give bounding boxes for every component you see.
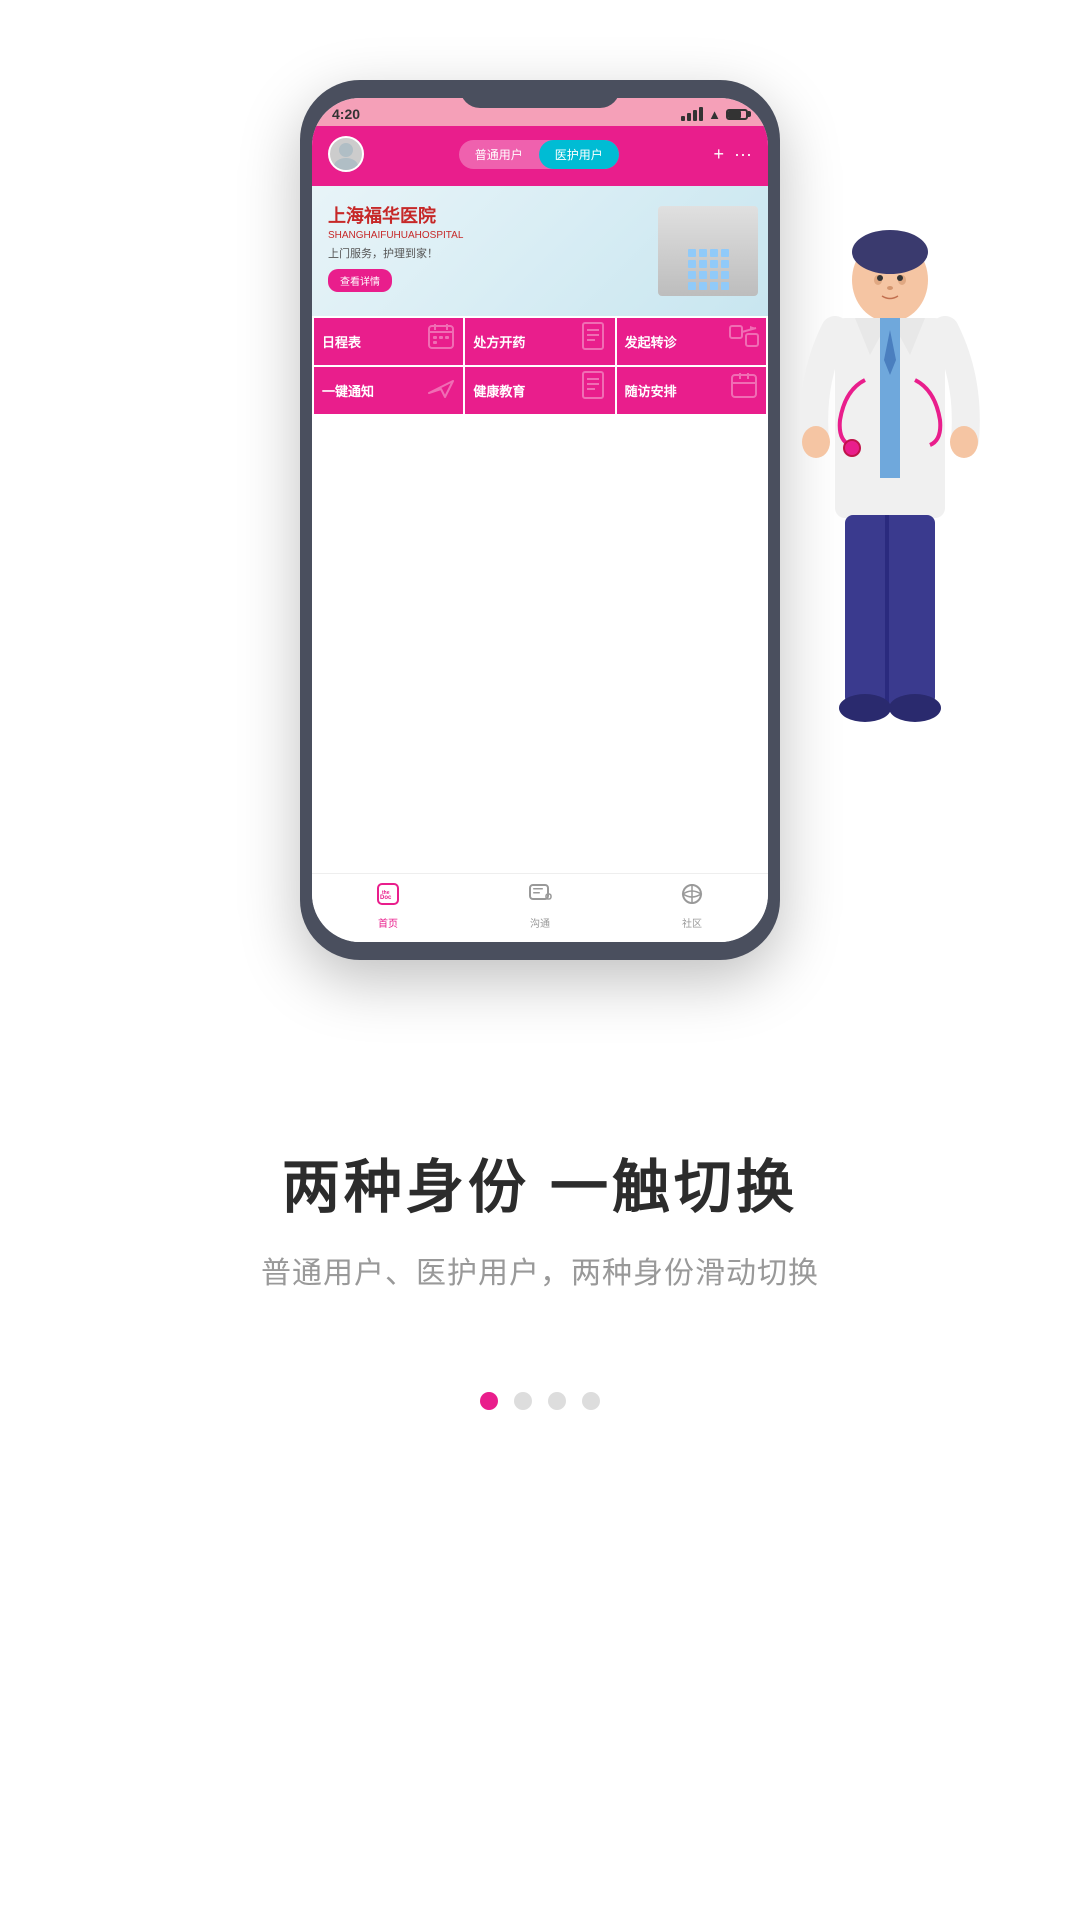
hospital-name: 上海福华医院 xyxy=(328,202,752,228)
grid-label-0: 日程表 xyxy=(322,332,361,351)
community-icon xyxy=(680,882,704,912)
dot-0[interactable] xyxy=(480,1392,498,1410)
phone-screen: 4:20 ▲ xyxy=(312,98,768,942)
grid-item-followup[interactable]: 随访安排 xyxy=(617,367,766,414)
nav-item-home[interactable]: the Doc 首页 xyxy=(376,882,400,930)
grid-label-4: 健康教育 xyxy=(473,381,525,400)
grid-label-2: 发起转诊 xyxy=(625,332,677,351)
avatar[interactable] xyxy=(328,136,364,172)
user-toggle[interactable]: 普通用户 医护用户 xyxy=(459,140,619,169)
grid-icon-5 xyxy=(728,369,760,408)
grid-icon-3 xyxy=(425,369,457,408)
phone-notch xyxy=(460,80,620,108)
nav-label-home: 首页 xyxy=(378,915,398,930)
grid-icon-1 xyxy=(577,320,609,359)
status-icons: ▲ xyxy=(681,107,748,122)
signal-icon xyxy=(681,107,703,121)
sub-title: 普通用户、医护用户，两种身份滑动切换 xyxy=(80,1248,1000,1292)
app-header: 普通用户 医护用户 + ··· xyxy=(312,126,768,186)
grid-label-5: 随访安排 xyxy=(625,381,677,400)
header-actions: + ··· xyxy=(714,144,753,165)
text-section: 两种身份 一触切换 普通用户、医护用户，两种身份滑动切换 xyxy=(0,1080,1080,1332)
banner-text: 上海福华医院 SHANGHAIFUHUAHOSPITAL 上门服务，护理到家！ … xyxy=(328,202,752,292)
chat-icon xyxy=(528,882,552,912)
toggle-medical[interactable]: 医护用户 xyxy=(539,140,619,169)
grid-label-1: 处方开药 xyxy=(473,332,525,351)
hospital-name-en: SHANGHAIFUHUAHOSPITAL xyxy=(328,230,752,241)
nav-item-chat[interactable]: 沟通 xyxy=(528,882,552,930)
add-icon[interactable]: + xyxy=(714,144,725,165)
nav-label-chat: 沟通 xyxy=(530,915,550,930)
dot-2[interactable] xyxy=(548,1392,566,1410)
grid-menu: 日程表 xyxy=(312,316,768,416)
status-time: 4:20 xyxy=(332,106,360,122)
grid-item-referral[interactable]: 发起转诊 xyxy=(617,318,766,365)
nav-item-community[interactable]: 社区 xyxy=(680,882,704,930)
main-title: 两种身份 一触切换 xyxy=(80,1140,1000,1224)
more-icon[interactable]: ··· xyxy=(734,144,752,165)
doctor-illustration xyxy=(760,200,1020,850)
bottom-nav: the Doc 首页 沟通 xyxy=(312,873,768,942)
dot-1[interactable] xyxy=(514,1392,532,1410)
nav-label-community: 社区 xyxy=(682,915,702,930)
dot-3[interactable] xyxy=(582,1392,600,1410)
hospital-banner[interactable]: 上海福华医院 SHANGHAIFUHUAHOSPITAL 上门服务，护理到家！ … xyxy=(312,186,768,316)
phone-shell: 4:20 ▲ xyxy=(300,80,780,960)
grid-item-notify[interactable]: 一键通知 xyxy=(314,367,463,414)
grid-item-schedule[interactable]: 日程表 xyxy=(314,318,463,365)
home-icon: the Doc xyxy=(376,882,400,912)
svg-text:Doc: Doc xyxy=(380,895,392,901)
grid-item-prescription[interactable]: 处方开药 xyxy=(465,318,614,365)
grid-icon-0 xyxy=(425,320,457,359)
wifi-icon: ▲ xyxy=(708,107,721,122)
grid-icon-2 xyxy=(728,320,760,359)
battery-icon xyxy=(726,109,748,120)
grid-item-education[interactable]: 健康教育 xyxy=(465,367,614,414)
pagination-dots xyxy=(480,1392,600,1410)
banner-button[interactable]: 查看详情 xyxy=(328,269,392,292)
phone-wrapper: 4:20 ▲ xyxy=(0,0,1080,1080)
grid-label-3: 一键通知 xyxy=(322,381,374,400)
grid-icon-4 xyxy=(577,369,609,408)
service-desc: 上门服务，护理到家！ xyxy=(328,245,752,261)
toggle-normal[interactable]: 普通用户 xyxy=(459,140,539,169)
